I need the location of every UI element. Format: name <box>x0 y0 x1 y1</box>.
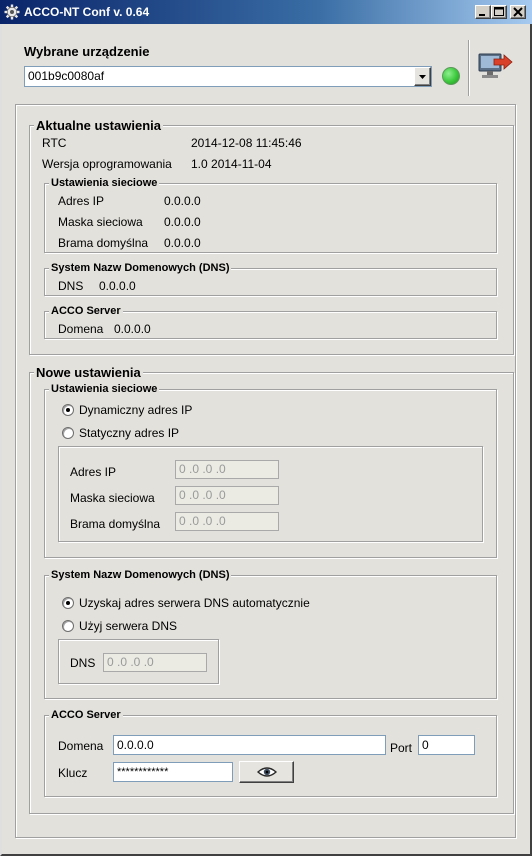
new-server-title: ACCO Server <box>49 709 123 721</box>
domain-input[interactable]: 0.0.0.0 <box>113 735 386 755</box>
title-bar: ACCO-NT Conf v. 0.64 <box>0 0 532 24</box>
new-ip-label: Adres IP <box>70 465 117 479</box>
new-server-group <box>44 715 497 797</box>
static-ip-radio[interactable] <box>62 427 74 439</box>
key-label: Klucz <box>58 766 88 780</box>
dynamic-ip-label: Dynamiczny adres IP <box>79 403 193 417</box>
dns-auto-option[interactable]: Uzyskaj adres serwera DNS automatycznie <box>62 596 322 612</box>
key-input[interactable]: ************ <box>113 762 233 782</box>
current-gateway-label: Brama domyślna <box>58 236 149 250</box>
dns-manual-option[interactable]: Użyj serwera DNS <box>62 619 192 635</box>
current-gateway-value: 0.0.0.0 <box>164 236 201 250</box>
dns-manual-radio[interactable] <box>62 620 74 632</box>
new-mask-label: Maska sieciowa <box>70 491 155 505</box>
new-dns-input[interactable]: 0 .0 .0 .0 <box>103 653 207 672</box>
device-dropdown-button[interactable] <box>414 67 431 86</box>
current-dns-label: DNS <box>58 279 84 293</box>
new-dns-label: DNS <box>70 656 96 670</box>
device-select-value: 001b9c0080af <box>28 69 105 83</box>
new-gateway-label: Brama domyślna <box>70 517 161 531</box>
disconnect-button[interactable] <box>476 50 514 84</box>
current-domain-label: Domena <box>58 322 104 336</box>
current-mask-value: 0.0.0.0 <box>164 215 201 229</box>
minimize-icon <box>479 14 485 16</box>
current-dns-title: System Nazw Domenowych (DNS) <box>49 262 232 274</box>
dynamic-ip-radio[interactable] <box>62 404 74 416</box>
current-ip-value: 0.0.0.0 <box>164 194 201 208</box>
gear-icon <box>4 4 20 20</box>
firmware-value: 1.0 2014-11-04 <box>191 157 272 171</box>
port-input[interactable]: 0 <box>418 735 475 755</box>
current-server-title: ACCO Server <box>49 305 123 317</box>
domain-label: Domena <box>58 739 104 753</box>
dns-auto-label: Uzyskaj adres serwera DNS automatycznie <box>79 596 310 610</box>
current-settings-title: Aktualne ustawienia <box>34 118 163 133</box>
dns-auto-radio[interactable] <box>62 597 74 609</box>
close-button[interactable] <box>510 5 526 19</box>
device-label: Wybrane urządzenie <box>24 44 150 59</box>
show-key-button[interactable] <box>239 761 294 783</box>
device-select[interactable]: 001b9c0080af <box>24 66 432 87</box>
window-title: ACCO-NT Conf v. 0.64 <box>24 5 150 19</box>
connection-status-indicator <box>442 67 460 85</box>
dynamic-ip-option[interactable]: Dynamiczny adres IP <box>62 403 192 419</box>
minimize-button[interactable] <box>475 5 491 19</box>
current-dns-value: 0.0.0.0 <box>99 279 136 293</box>
current-mask-label: Maska sieciowa <box>58 215 143 229</box>
chevron-down-icon <box>419 75 426 79</box>
new-settings-title: Nowe ustawienia <box>34 365 143 380</box>
new-network-title: Ustawienia sieciowe <box>49 383 160 395</box>
current-network-title: Ustawienia sieciowe <box>49 177 160 189</box>
static-ip-label: Statyczny adres IP <box>79 426 180 440</box>
close-icon <box>513 7 523 17</box>
dns-manual-label: Użyj serwera DNS <box>79 619 178 633</box>
rtc-label: RTC <box>42 136 67 150</box>
static-ip-option[interactable]: Statyczny adres IP <box>62 426 192 442</box>
new-mask-input[interactable]: 0 .0 .0 .0 <box>175 486 279 505</box>
current-ip-label: Adres IP <box>58 194 105 208</box>
new-ip-input[interactable]: 0 .0 .0 .0 <box>175 460 279 479</box>
rtc-value: 2014-12-08 11:45:46 <box>191 136 302 150</box>
logout-icon <box>478 53 513 78</box>
maximize-button[interactable] <box>491 5 507 19</box>
firmware-label: Wersja oprogramowania <box>42 157 172 171</box>
maximize-icon <box>494 7 504 16</box>
new-dns-title: System Nazw Domenowych (DNS) <box>49 569 232 581</box>
eye-icon <box>257 767 277 777</box>
port-label: Port <box>390 741 413 755</box>
new-gateway-input[interactable]: 0 .0 .0 .0 <box>175 512 279 531</box>
current-domain-value: 0.0.0.0 <box>114 322 151 336</box>
toolbar-separator <box>468 40 469 96</box>
